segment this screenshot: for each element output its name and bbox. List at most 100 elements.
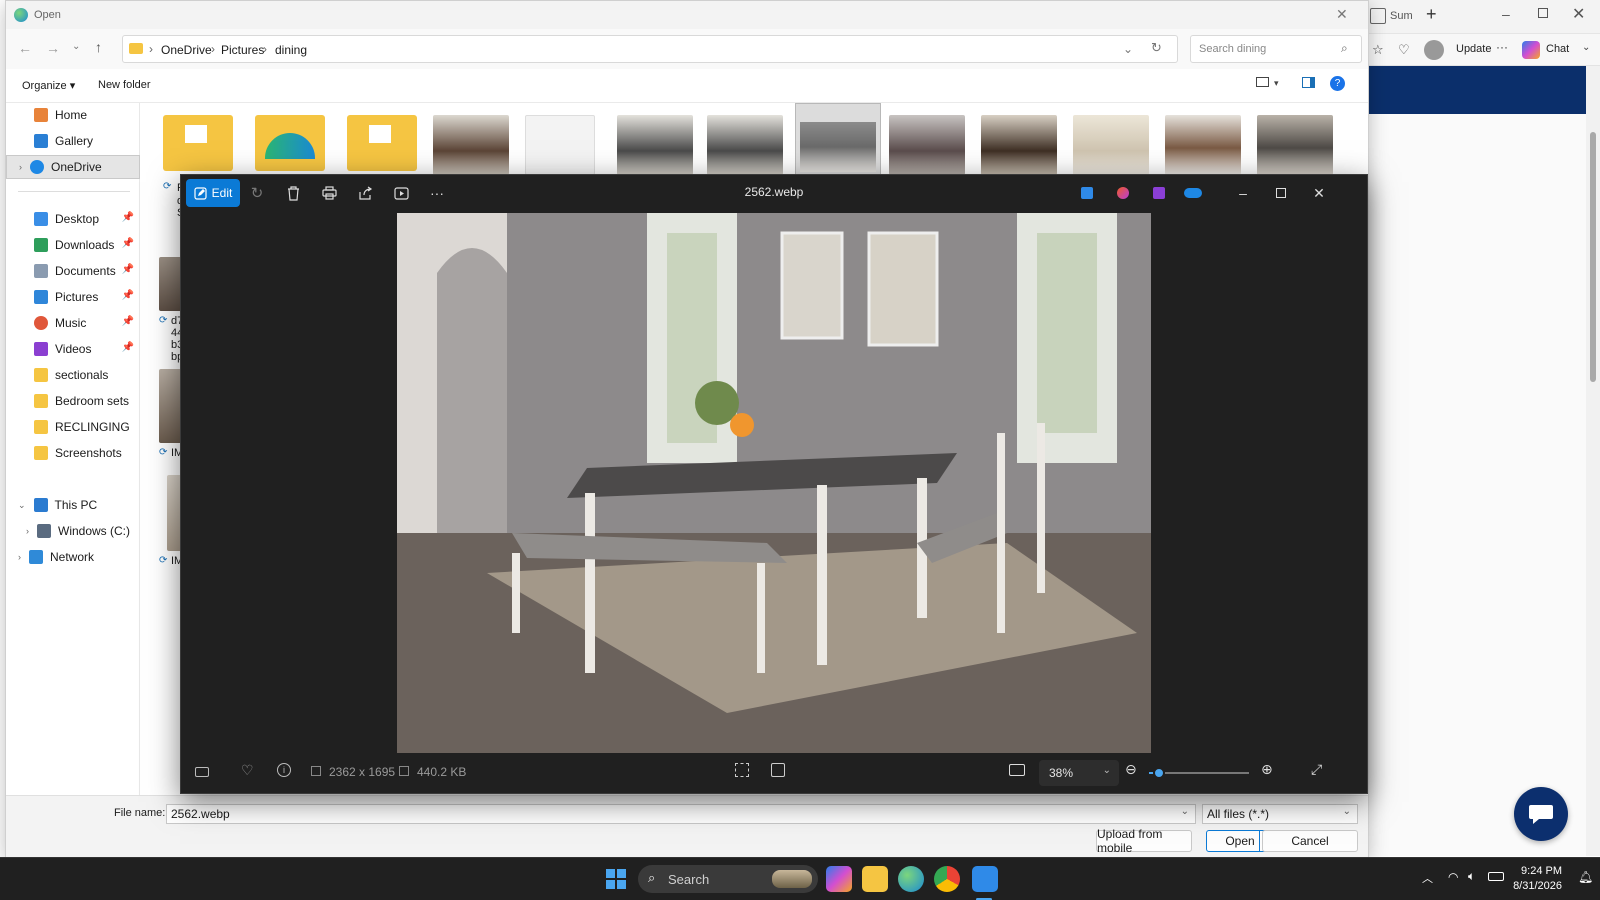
preview-pane-icon[interactable] [1302,77,1315,88]
file-explorer-icon[interactable] [862,866,888,892]
nav-desktop[interactable]: Desktop 📌 [6,207,140,231]
minimize-icon[interactable]: – [1502,6,1510,22]
image-editor-app-icon[interactable] [1077,183,1097,203]
new-tab-icon[interactable]: + [1426,4,1437,25]
nav-reclining[interactable]: RECLINGING [6,415,140,439]
nav-home[interactable]: Home [6,103,140,127]
screenshot-icon[interactable] [1009,764,1025,776]
nav-windows-c[interactable]: › Windows (C:) [6,519,140,543]
nav-videos[interactable]: Videos 📌 [6,337,140,361]
expand-chevron-icon[interactable]: › [26,526,29,536]
maximize-icon[interactable] [1271,183,1291,203]
refresh-icon[interactable]: ↻ [1151,40,1162,56]
copilot-taskbar-icon[interactable] [826,866,852,892]
nav-gallery[interactable]: Gallery [6,129,140,153]
restore-icon[interactable] [1538,8,1548,18]
start-windows-icon[interactable] [606,869,626,889]
chrome-icon[interactable] [934,866,960,892]
update-button[interactable]: Update [1456,43,1491,55]
chevron-down-icon[interactable]: ⌄ [1582,42,1590,53]
collapse-chevron-icon[interactable]: ⌄ [18,500,26,511]
nav-screenshots[interactable]: Screenshots [6,441,140,465]
image-thumbnail[interactable] [1257,115,1333,175]
image-thumbnail[interactable] [525,115,595,175]
zoom-level-select[interactable]: 38% ⌄ [1039,760,1119,786]
image-thumbnail[interactable] [617,115,693,175]
image-thumbnail[interactable] [889,115,965,175]
zoom-slider[interactable] [1149,767,1249,779]
folder-thumbnail[interactable] [255,115,325,171]
upload-from-mobile-button[interactable]: Upload from mobile [1096,827,1192,855]
favorite-heart-icon[interactable]: ♡ [241,762,254,779]
folder-thumbnail[interactable] [347,115,417,171]
expand-chevron-icon[interactable]: › [19,162,22,172]
dialog-close-icon[interactable]: ✕ [1336,6,1348,23]
zoom-in-icon[interactable]: ⊕ [1261,761,1273,778]
organize-button[interactable]: Organize ▾ [22,79,75,92]
minimize-icon[interactable]: – [1233,183,1253,203]
photos-app-icon[interactable] [972,866,998,892]
nav-music[interactable]: Music 📌 [6,311,140,335]
nav-network[interactable]: › Network [6,545,140,569]
view-options-icon[interactable] [1256,77,1269,87]
folder-thumbnail[interactable] [163,115,233,171]
full-screen-icon[interactable]: ⤢ [1311,761,1322,778]
volume-icon[interactable]: 🔈︎ [1468,869,1475,884]
recent-chevron-icon[interactable]: ⌄ [72,41,80,52]
heart-pulse-icon[interactable]: ♡ [1398,42,1410,58]
nav-downloads[interactable]: Downloads 📌 [6,233,140,257]
file-name-input[interactable]: 2562.webp ⌄ [166,804,1196,824]
copilot-icon[interactable] [1522,41,1540,59]
back-arrow-icon[interactable]: ← [18,40,32,56]
edge-taskbar-icon[interactable] [898,866,924,892]
profile-avatar[interactable] [1424,40,1444,60]
image-thumbnail[interactable] [1165,115,1241,175]
nav-pictures[interactable]: Pictures 📌 [6,285,140,309]
breadcrumb-dining[interactable]: dining [275,43,307,57]
image-thumbnail[interactable] [981,115,1057,175]
filmstrip-icon[interactable] [195,767,209,777]
chat-widget-button[interactable] [1514,787,1568,841]
address-dropdown-icon[interactable]: ⌄ [1123,42,1133,56]
image-thumbnail[interactable] [1073,115,1149,175]
browser-scroll-thumb[interactable] [1590,132,1596,382]
image-thumbnail[interactable] [707,115,783,175]
text-scan-icon[interactable] [771,763,785,777]
onedrive-icon[interactable] [1183,183,1203,203]
battery-icon[interactable] [1488,872,1504,881]
crop-icon[interactable] [735,763,749,777]
nav-onedrive[interactable]: › OneDrive [6,155,140,179]
search-dining-input[interactable]: Search dining ⌕ [1190,35,1362,63]
clipchamp-app-icon[interactable] [1149,183,1169,203]
nav-sectionals[interactable]: sectionals [6,363,140,387]
view-chevron-icon[interactable]: ▾ [1274,78,1279,89]
breadcrumb-pictures[interactable]: Pictures [221,43,264,57]
new-folder-button[interactable]: New folder [98,79,151,91]
nav-this-pc[interactable]: ⌄ This PC [6,493,140,517]
info-icon[interactable]: i [277,763,291,777]
file-type-select[interactable]: All files (*.*) ⌄ [1202,804,1358,824]
nav-bedroom-sets[interactable]: Bedroom sets [6,389,140,413]
chat-button[interactable]: Chat [1546,43,1569,55]
wifi-icon[interactable]: ◠ [1448,870,1458,884]
tray-chevron-icon[interactable]: ︿ [1422,870,1433,886]
chevron-down-icon[interactable]: ⌄ [1181,806,1189,817]
help-icon[interactable]: ? [1330,76,1345,91]
close-browser-icon[interactable]: ✕ [1572,4,1585,24]
address-box[interactable]: › OneDrive › Pictures › dining ⌄ ↻ [122,35,1178,63]
image-thumbnail[interactable] [433,115,509,175]
zoom-out-icon[interactable]: ⊖ [1125,761,1137,778]
forward-arrow-icon[interactable]: → [46,40,60,56]
favorites-icon[interactable]: ☆ [1372,42,1384,58]
system-clock[interactable]: 9:24 PM 8/31/2026 [1513,864,1562,894]
browser-tab-label[interactable]: Sum [1390,10,1413,22]
more-icon[interactable]: ··· [1496,40,1508,54]
breadcrumb-onedrive[interactable]: OneDrive [161,43,212,57]
taskbar-search[interactable]: ⌕ Search [638,865,818,893]
nav-documents[interactable]: Documents 📌 [6,259,140,283]
selected-thumbnail[interactable] [795,103,881,175]
expand-chevron-icon[interactable]: › [18,552,21,562]
designer-app-icon[interactable] [1113,183,1133,203]
notification-bell-icon[interactable]: 🔔︎ [1578,870,1593,884]
zoom-slider-thumb[interactable] [1153,767,1165,779]
